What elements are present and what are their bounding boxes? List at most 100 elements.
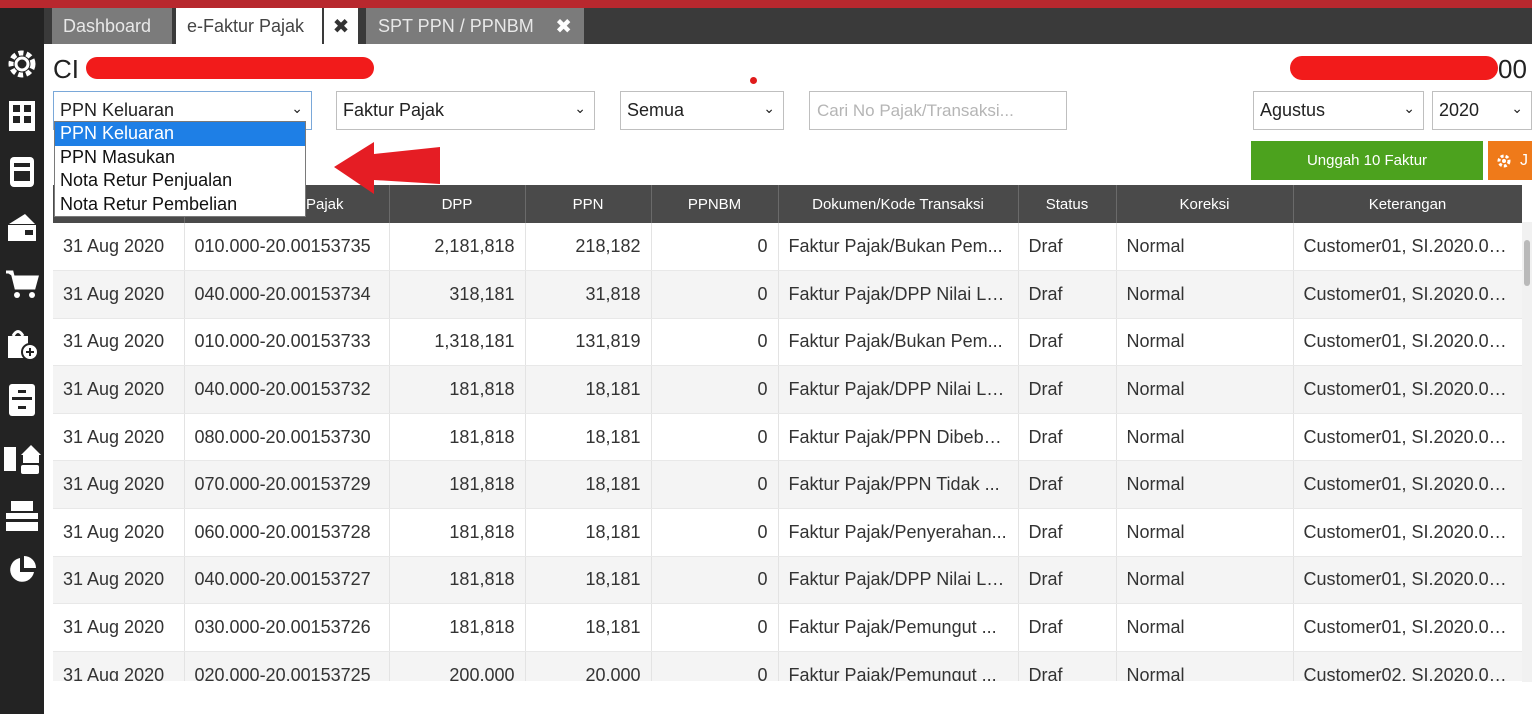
upload-button-label: Unggah 10 Faktur — [1306, 152, 1428, 169]
column-header-status[interactable]: Status — [1018, 185, 1117, 223]
column-header-correction[interactable]: Koreksi — [1116, 185, 1294, 223]
cell-document: Faktur Pajak/Pemungut ... — [778, 651, 1019, 681]
cell-dpp: 181,818 — [389, 556, 526, 605]
invoice-table: Pajak DPP PPN PPNBM Dokumen/Kode Transak… — [53, 185, 1522, 681]
cell-date: 31 Aug 2020 — [53, 603, 185, 652]
tax-icon[interactable] — [0, 496, 44, 536]
cell-dpp: 181,818 — [389, 365, 526, 414]
settings-button-label: J — [1520, 151, 1528, 169]
cart-icon[interactable] — [0, 264, 44, 304]
cell-status: Draf — [1018, 223, 1117, 272]
cell-ppn: 20,000 — [525, 651, 652, 681]
cell-description: Customer01, SI.2020.08... — [1293, 318, 1522, 367]
cell-description: Customer01, SI.2020.08... — [1293, 603, 1522, 652]
cell-ppn: 218,182 — [525, 223, 652, 272]
cell-ppnbm: 0 — [651, 318, 779, 367]
dropdown-option-ppn-keluaran[interactable]: PPN Keluaran — [55, 122, 305, 146]
tab-efaktur-label: e-Faktur Pajak — [187, 15, 305, 36]
table-scrollbar-thumb[interactable] — [1524, 240, 1530, 286]
table-row[interactable]: 31 Aug 2020 020.000-20.00153725 200,000 20,… — [53, 651, 1522, 681]
cell-status: Draf — [1018, 651, 1117, 681]
settings-action-button[interactable]: J — [1488, 141, 1532, 180]
table-row[interactable]: 31 Aug 2020 030.000-20.00153726 181,818 18,… — [53, 603, 1522, 652]
column-header-document[interactable]: Dokumen/Kode Transaksi — [778, 185, 1019, 223]
cell-status: Draf — [1018, 318, 1117, 367]
tab-spt-close-icon[interactable]: ✖ — [555, 14, 572, 39]
tab-efaktur[interactable]: e-Faktur Pajak — [176, 8, 322, 44]
cell-correction: Normal — [1116, 413, 1294, 462]
calculator-icon[interactable] — [0, 152, 44, 192]
wallet-icon[interactable] — [0, 208, 44, 248]
bag-add-icon[interactable] — [0, 324, 44, 364]
table-row[interactable]: 31 Aug 2020 010.000-20.00153733 1,318,181 1… — [53, 318, 1522, 367]
chevron-down-icon: ⌄ — [291, 100, 303, 116]
buildings-icon[interactable] — [0, 96, 44, 136]
cell-dpp: 181,818 — [389, 460, 526, 510]
settings-gear-icon[interactable] — [0, 44, 44, 84]
cell-status: Draf — [1018, 460, 1117, 510]
cell-date: 31 Aug 2020 — [53, 508, 185, 557]
month-select-value: Agustus — [1260, 100, 1326, 120]
upload-faktur-button[interactable]: Unggah 10 Faktur — [1251, 141, 1483, 180]
cell-ppn: 18,181 — [525, 556, 652, 605]
cell-description: Customer01, SI.2020.08... — [1293, 270, 1522, 319]
cell-ppn: 18,181 — [525, 413, 652, 462]
year-select-value: 2020 — [1439, 100, 1480, 120]
year-select[interactable]: 2020 ⌄ — [1432, 91, 1532, 130]
search-input[interactable]: Cari No Pajak/Transaksi... — [809, 91, 1067, 130]
cell-ppnbm: 0 — [651, 651, 779, 681]
table-row[interactable]: 31 Aug 2020 040.000-20.00153727 181,818 18,… — [53, 556, 1522, 605]
tab-efaktur-close-icon[interactable]: ✖ — [324, 8, 358, 44]
annotation-arrow-icon — [334, 140, 440, 201]
cell-dpp: 181,818 — [389, 508, 526, 557]
cell-tax-number: 040.000-20.00153727 — [184, 556, 390, 605]
dropdown-option-nota-retur-penjualan[interactable]: Nota Retur Penjualan — [55, 169, 305, 193]
document-select[interactable]: Faktur Pajak ⌄ — [336, 91, 595, 130]
archive-icon[interactable] — [0, 380, 44, 420]
cell-ppn: 18,181 — [525, 460, 652, 510]
cell-date: 31 Aug 2020 — [53, 460, 185, 510]
dropdown-option-ppn-masukan[interactable]: PPN Masukan — [55, 146, 305, 170]
dropdown-option-nota-retur-pembelian[interactable]: Nota Retur Pembelian — [55, 193, 305, 217]
cell-tax-number: 030.000-20.00153726 — [184, 603, 390, 652]
table-row[interactable]: 31 Aug 2020 040.000-20.00153732 181,818 18,… — [53, 365, 1522, 414]
cell-tax-number: 060.000-20.00153728 — [184, 508, 390, 557]
table-row[interactable]: 31 Aug 2020 010.000-20.00153735 2,181,818 2… — [53, 223, 1522, 272]
table-row[interactable]: 31 Aug 2020 060.000-20.00153728 181,818 18,… — [53, 508, 1522, 557]
column-header-ppn[interactable]: PPN — [525, 185, 652, 223]
close-icon: ✖ — [332, 15, 350, 38]
cell-ppnbm: 0 — [651, 365, 779, 414]
type-select-value: PPN Keluaran — [60, 100, 175, 120]
cell-ppn: 18,181 — [525, 508, 652, 557]
cell-correction: Normal — [1116, 651, 1294, 681]
tab-spt[interactable]: SPT PPN / PPNBM ✖ — [366, 8, 584, 44]
annotation-dot — [750, 77, 757, 84]
redaction-mark-left — [86, 57, 374, 79]
pie-chart-icon[interactable] — [0, 550, 44, 590]
cell-document: Faktur Pajak/PPN Tidak ... — [778, 460, 1019, 510]
cell-date: 31 Aug 2020 — [53, 365, 185, 414]
month-select[interactable]: Agustus ⌄ — [1253, 91, 1424, 130]
cell-tax-number: 040.000-20.00153732 — [184, 365, 390, 414]
status-select-value: Semua — [627, 100, 685, 120]
status-select[interactable]: Semua ⌄ — [620, 91, 784, 130]
column-header-ppnbm[interactable]: PPNBM — [651, 185, 779, 223]
cell-tax-number: 080.000-20.00153730 — [184, 413, 390, 462]
table-scrollbar[interactable] — [1522, 222, 1532, 682]
table-row[interactable]: 31 Aug 2020 040.000-20.00153734 318,181 31,… — [53, 270, 1522, 319]
document-select-value: Faktur Pajak — [343, 100, 445, 120]
building-car-icon[interactable] — [0, 440, 44, 480]
search-placeholder: Cari No Pajak/Transaksi... — [817, 100, 1014, 120]
table-row[interactable]: 31 Aug 2020 070.000-20.00153729 181,818 18,… — [53, 460, 1522, 510]
cell-ppn: 131,819 — [525, 318, 652, 367]
cell-document: Faktur Pajak/Pemungut ... — [778, 603, 1019, 652]
cell-description: Customer01, SI.2020.08... — [1293, 223, 1522, 272]
cell-dpp: 200,000 — [389, 651, 526, 681]
table-row[interactable]: 31 Aug 2020 080.000-20.00153730 181,818 18,… — [53, 413, 1522, 462]
column-header-description[interactable]: Keterangan — [1293, 185, 1522, 223]
tab-dashboard[interactable]: Dashboard — [52, 8, 172, 44]
cell-document: Faktur Pajak/PPN Dibeba... — [778, 413, 1019, 462]
cell-tax-number: 010.000-20.00153733 — [184, 318, 390, 367]
cell-ppnbm: 0 — [651, 270, 779, 319]
cell-ppn: 31,818 — [525, 270, 652, 319]
